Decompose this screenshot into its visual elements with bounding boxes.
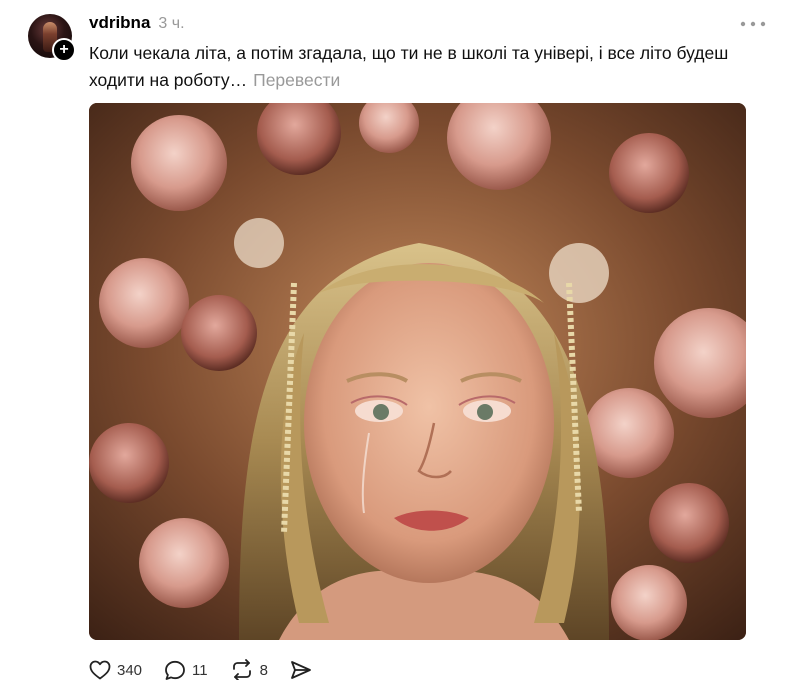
post-header: vdribna 3 ч.: [89, 13, 185, 35]
post-text: Коли чекала літа, а потім згадала, що ти…: [89, 43, 729, 90]
send-icon: [291, 661, 311, 679]
heart-icon: [89, 660, 111, 680]
follow-plus-icon[interactable]: +: [52, 38, 76, 62]
username[interactable]: vdribna: [89, 13, 150, 33]
thread-post: + vdribna 3 ч. Коли чекала літа, а потім…: [0, 0, 786, 680]
repost-button[interactable]: 8: [230, 659, 268, 680]
comment-button[interactable]: 11: [164, 660, 208, 680]
more-horizontal-icon: [740, 21, 766, 27]
repost-icon: [232, 659, 251, 680]
action-bar: 340 11 8: [89, 657, 334, 680]
avatar[interactable]: +: [28, 14, 76, 62]
post-caption: Коли чекала літа, а потім згадала, що ти…: [89, 40, 774, 94]
like-button[interactable]: 340: [89, 660, 142, 680]
post-photo: [89, 103, 746, 640]
repost-count: 8: [259, 661, 268, 679]
comment-icon: [165, 660, 185, 680]
timestamp: 3 ч.: [158, 15, 185, 32]
translate-link[interactable]: Перевести: [253, 70, 340, 90]
comment-count: 11: [192, 661, 208, 679]
share-button[interactable]: [290, 660, 312, 680]
post-image[interactable]: [89, 103, 746, 640]
like-count: 340: [117, 661, 143, 679]
more-options-button[interactable]: [738, 14, 768, 34]
